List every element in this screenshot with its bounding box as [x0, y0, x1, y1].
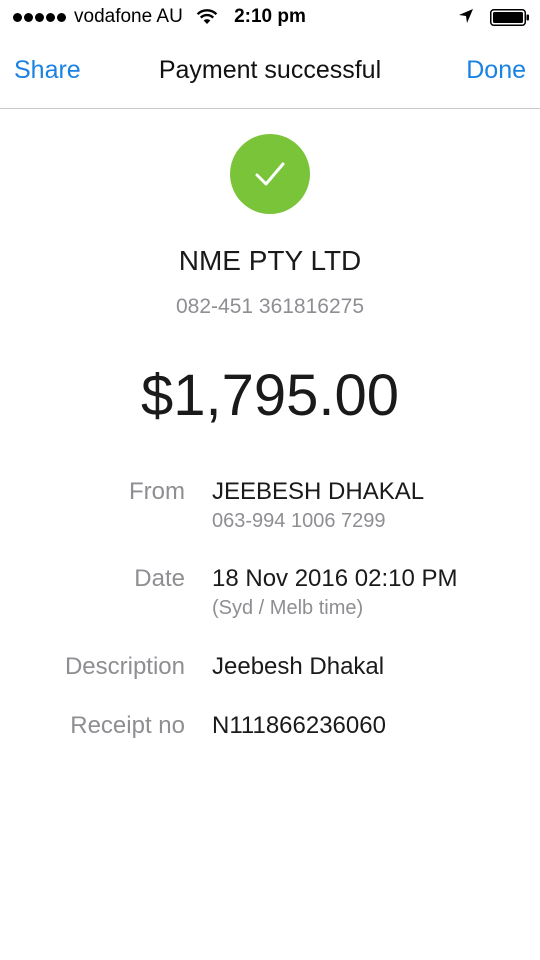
status-bar: vodafone AU 2:10 pm — [0, 0, 540, 36]
from-name: JEEBESH DHAKAL — [212, 478, 425, 505]
payment-receipt-screen: vodafone AU 2:10 pm Share Payment succes… — [0, 0, 540, 960]
payee-name: NME PTY LTD — [178, 245, 362, 276]
date-timezone-note: (Syd / Melb time) — [212, 597, 364, 619]
from-label: From — [129, 478, 185, 505]
location-arrow-icon — [458, 8, 474, 30]
navigation-bar: Share Payment successful Done — [0, 36, 540, 109]
page-title: Payment successful — [158, 56, 382, 84]
checkmark-icon — [255, 162, 285, 186]
receipt-number: N111866236060 — [212, 712, 386, 739]
description-value: Jeebesh Dhakal — [212, 653, 385, 680]
battery-icon — [490, 9, 530, 26]
payment-amount: $1,795.00 — [140, 363, 400, 428]
from-account-number: 063-994 1006 7299 — [212, 510, 386, 532]
date-value: 18 Nov 2016 02:10 PM — [212, 565, 458, 592]
payee-account-number: 082-451 361816275 — [175, 295, 364, 318]
date-label: Date — [134, 565, 185, 592]
description-label: Description — [64, 653, 185, 680]
done-button[interactable]: Done — [466, 56, 526, 85]
receipt-label: Receipt no — [70, 712, 185, 739]
success-badge — [230, 134, 310, 214]
